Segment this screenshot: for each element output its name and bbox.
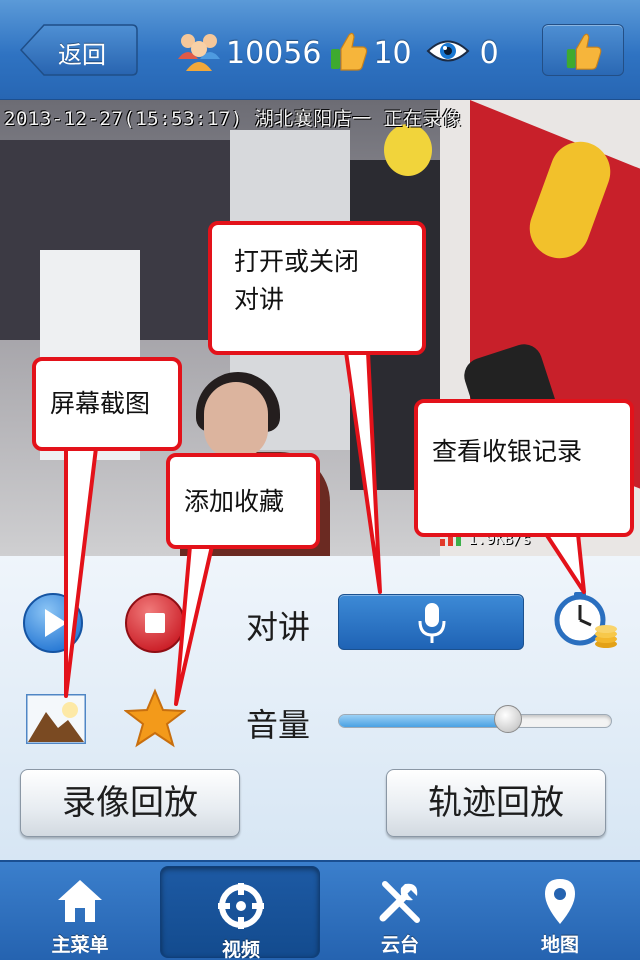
callout-screenshot: 屏幕截图 [32, 357, 182, 451]
callout-screenshot-text: 屏幕截图 [50, 389, 151, 418]
callout-talk-text: 打开或关闭 对讲 [234, 247, 360, 314]
callout-cashier-text: 查看收银记录 [432, 437, 583, 466]
callout-favorite-text: 添加收藏 [184, 487, 285, 516]
callout-talk: 打开或关闭 对讲 [208, 221, 426, 355]
callout-cashier: 查看收银记录 [414, 399, 634, 537]
callout-favorite: 添加收藏 [166, 453, 320, 549]
